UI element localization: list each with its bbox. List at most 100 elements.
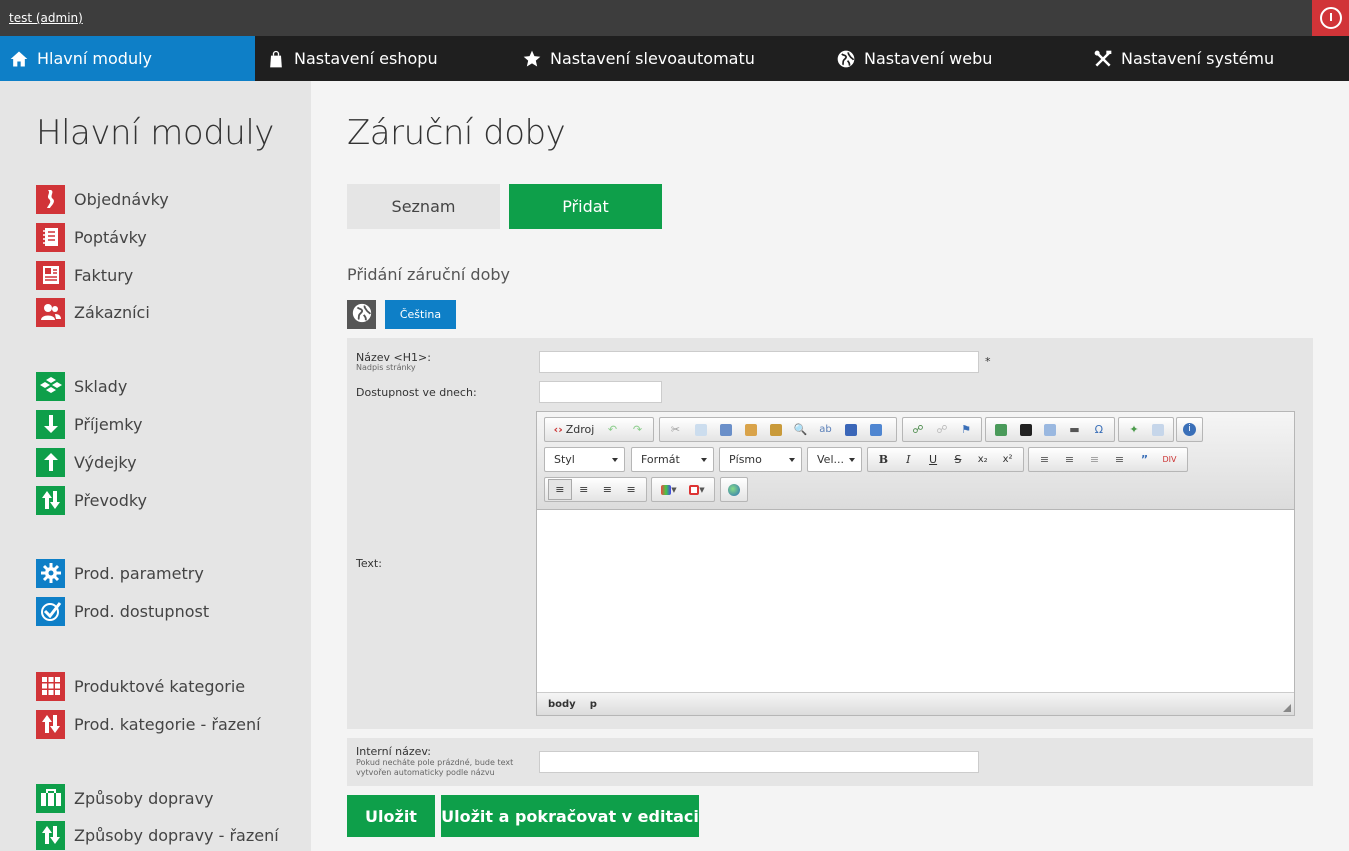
sidebar-item-prevodky[interactable]: Převodky xyxy=(36,485,147,515)
link-icon: ☍ xyxy=(912,423,924,436)
save-button[interactable]: Uložit xyxy=(347,795,435,837)
user-link[interactable]: test (admin) xyxy=(9,11,83,25)
check-icon xyxy=(36,596,65,626)
anchor-button[interactable]: ⚑ xyxy=(954,419,978,440)
source-button[interactable]: ‹› Zdroj xyxy=(548,419,600,440)
sidebar-item-prod-kategorie-razeni[interactable]: Prod. kategorie - řazení xyxy=(36,709,261,739)
select-all-button[interactable] xyxy=(838,419,863,440)
warehouse-icon xyxy=(36,371,65,401)
days-label: Dostupnost ve dnech: xyxy=(356,386,477,399)
internal-name-input[interactable] xyxy=(539,751,979,773)
font-combo[interactable]: Písmo xyxy=(719,447,802,472)
paste-word-button[interactable] xyxy=(763,419,788,440)
sidebar-item-objednavky[interactable]: Objednávky xyxy=(36,184,169,214)
nav-item-nastaveni-systemu[interactable]: Nastavení systému xyxy=(1093,36,1274,81)
copy-button[interactable] xyxy=(688,419,713,440)
blockquote-button[interactable]: ” xyxy=(1132,449,1157,470)
text-color-button[interactable]: ▼ xyxy=(655,479,683,500)
unlink-button[interactable]: ☍ xyxy=(930,419,954,440)
internal-name-sublabel: Pokud necháte pole prázdné, bude text vy… xyxy=(356,758,514,777)
nav-item-nastaveni-slevoautomatu[interactable]: Nastavení slevoautomatu xyxy=(522,36,755,81)
redo-button[interactable]: ↷ xyxy=(625,419,650,440)
language-globe-button[interactable] xyxy=(347,300,376,329)
outdent-button[interactable]: ≡ xyxy=(1082,449,1107,470)
sidebar-item-label: Způsoby dopravy xyxy=(74,788,214,808)
subscript-icon: x₂ xyxy=(977,454,988,465)
bulleted-list-button[interactable]: ≡ xyxy=(1057,449,1082,470)
style-combo[interactable]: Styl xyxy=(544,447,625,472)
format-combo[interactable]: Formát xyxy=(631,447,714,472)
days-input[interactable] xyxy=(539,381,662,403)
sidebar-item-zpusoby-dopravy-razeni[interactable]: Způsoby dopravy - řazení xyxy=(36,820,279,850)
sidebar-item-prod-parametry[interactable]: Prod. parametry xyxy=(36,558,204,588)
page-title: Záruční doby xyxy=(347,113,566,153)
special-char-button[interactable]: Ω xyxy=(1087,419,1111,440)
nav-item-hlavni-moduly[interactable]: Hlavní moduly xyxy=(0,36,255,81)
superscript-button[interactable]: x² xyxy=(995,449,1020,470)
path-element-p[interactable]: p xyxy=(590,699,597,710)
sidebar-item-prijemky[interactable]: Příjemky xyxy=(36,409,143,439)
sidebar-item-poptavky[interactable]: Poptávky xyxy=(36,222,147,252)
info-icon: i xyxy=(1183,423,1196,436)
editor-content-area[interactable] xyxy=(537,511,1294,692)
gear-icon xyxy=(36,558,65,588)
show-blocks-button[interactable] xyxy=(1146,419,1170,440)
numbered-list-button[interactable]: ≡ xyxy=(1032,449,1057,470)
search-icon: 🔍 xyxy=(793,423,808,436)
strike-button[interactable]: S xyxy=(945,449,970,470)
tab-seznam[interactable]: Seznam xyxy=(347,184,500,229)
nav-item-nastaveni-eshopu[interactable]: Nastavení eshopu xyxy=(266,36,438,81)
bold-icon: B xyxy=(878,453,889,466)
undo-button[interactable]: ↶ xyxy=(600,419,625,440)
underline-button[interactable]: U xyxy=(921,449,946,470)
logout-button[interactable] xyxy=(1312,0,1349,36)
youtube-button[interactable] xyxy=(1013,419,1037,440)
table-grid-button[interactable]: ▼ xyxy=(683,479,711,500)
globe-icon xyxy=(836,49,856,69)
sidebar-item-label: Příjemky xyxy=(74,414,143,434)
sidebar-item-zpusoby-dopravy[interactable]: Způsoby dopravy xyxy=(36,783,214,813)
chevron-down-icon: ▼ xyxy=(671,485,677,494)
subscript-button[interactable]: x₂ xyxy=(970,449,995,470)
save-and-continue-button[interactable]: Uložit a pokračovat v editaci xyxy=(441,795,699,837)
path-element-body[interactable]: body xyxy=(548,699,576,710)
sidebar-item-prod-dostupnost[interactable]: Prod. dostupnost xyxy=(36,596,209,626)
bold-button[interactable]: B xyxy=(871,449,896,470)
table-button[interactable] xyxy=(1038,419,1062,440)
paste-button[interactable] xyxy=(713,419,738,440)
align-center-button[interactable]: ≡ xyxy=(572,479,596,500)
sidebar-item-label: Produktové kategorie xyxy=(74,676,246,696)
size-combo[interactable]: Vel... xyxy=(807,447,862,472)
find-button[interactable]: 🔍 xyxy=(788,419,813,440)
div-button[interactable]: DIV xyxy=(1157,449,1182,470)
italic-button[interactable]: I xyxy=(896,449,921,470)
about-button[interactable]: i xyxy=(1180,419,1199,440)
replace-button[interactable]: ab xyxy=(813,419,838,440)
horizontal-rule-button[interactable]: ▬ xyxy=(1062,419,1086,440)
web-button[interactable] xyxy=(724,479,744,500)
sidebar-item-produktove-kategorie[interactable]: Produktové kategorie xyxy=(36,671,246,701)
paste-text-button[interactable] xyxy=(738,419,763,440)
nav-item-nastaveni-webu[interactable]: Nastavení webu xyxy=(836,36,992,81)
link-button[interactable]: ☍ xyxy=(906,419,930,440)
sidebar-item-sklady[interactable]: Sklady xyxy=(36,371,127,401)
align-left-button[interactable]: ≡ xyxy=(548,479,572,500)
sidebar-item-zakaznici[interactable]: Zákazníci xyxy=(36,297,150,327)
indent-button[interactable]: ≡ xyxy=(1107,449,1132,470)
spellcheck-button[interactable] xyxy=(863,419,888,440)
align-right-button[interactable]: ≡ xyxy=(596,479,620,500)
div-icon: DIV xyxy=(1162,455,1177,464)
image-button[interactable] xyxy=(989,419,1013,440)
maximize-button[interactable]: ✦ xyxy=(1122,419,1146,440)
source-label: Zdroj xyxy=(565,423,595,436)
tab-pridat[interactable]: Přidat xyxy=(509,184,662,229)
briefcase-icon xyxy=(36,783,65,813)
resize-handle[interactable] xyxy=(1283,704,1291,712)
sidebar-item-faktury[interactable]: Faktury xyxy=(36,260,133,290)
language-tab-cestina[interactable]: Čeština xyxy=(385,300,456,329)
align-justify-button[interactable]: ≡ xyxy=(619,479,643,500)
sidebar-item-vydejky[interactable]: Výdejky xyxy=(36,447,137,477)
name-input[interactable] xyxy=(539,351,979,373)
cut-button[interactable]: ✂ xyxy=(663,419,688,440)
sidebar-item-label: Poptávky xyxy=(74,227,147,247)
